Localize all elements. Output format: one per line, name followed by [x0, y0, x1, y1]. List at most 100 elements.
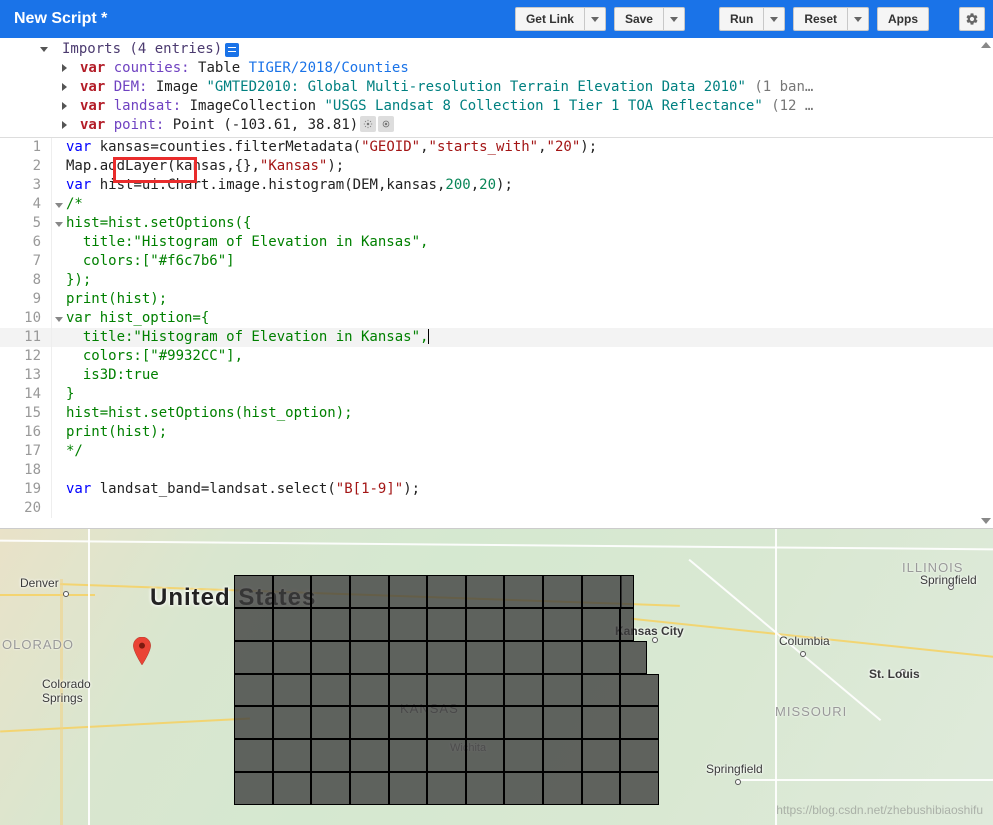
code-line[interactable]: 7 colors:["#f6c7b6"]	[0, 252, 993, 271]
code-line[interactable]: 6 title:"Histogram of Elevation in Kansa…	[0, 233, 993, 252]
code-line[interactable]: 10var hist_option={	[0, 309, 993, 328]
run-button[interactable]: Run	[719, 7, 785, 31]
fold-gutter	[52, 423, 66, 442]
caret-right-icon	[62, 83, 67, 91]
county-polygon	[234, 575, 273, 608]
code-line[interactable]: 2Map.addLayer(kansas,{},"Kansas");	[0, 157, 993, 176]
fold-gutter[interactable]	[52, 195, 66, 214]
code-line[interactable]: 19var landsat_band=landsat.select("B[1-9…	[0, 480, 993, 499]
fold-gutter	[52, 442, 66, 461]
county-polygon	[620, 674, 659, 707]
county-polygon	[466, 772, 505, 805]
county-polygon	[311, 575, 350, 608]
geometry-lock-button[interactable]	[378, 116, 394, 132]
import-extra: (12 …	[771, 97, 813, 116]
county-polygon	[582, 641, 621, 674]
code-content: title:"Histogram of Elevation in Kansas"…	[66, 328, 429, 347]
reset-dropdown[interactable]	[847, 8, 868, 30]
line-number: 18	[0, 461, 52, 480]
county-polygon	[504, 575, 543, 608]
code-content: });	[66, 271, 91, 290]
county-polygon	[427, 739, 466, 772]
import-coords: (-103.61, 38.81)	[223, 116, 358, 135]
reset-button[interactable]: Reset	[793, 7, 869, 31]
county-polygon	[504, 641, 543, 674]
county-polygon	[273, 674, 312, 707]
code-line[interactable]: 14}	[0, 385, 993, 404]
county-polygon	[466, 674, 505, 707]
county-polygon	[620, 608, 634, 641]
import-row-landsat[interactable]: var landsat: ImageCollection "USGS Lands…	[0, 97, 993, 116]
county-polygon	[389, 575, 428, 608]
map-panel[interactable]: United States OLORADO ILLINOIS MISSOURI …	[0, 528, 993, 825]
code-line[interactable]: 15hist=hist.setOptions(hist_option);	[0, 404, 993, 423]
save-dropdown[interactable]	[663, 8, 684, 30]
fold-gutter	[52, 271, 66, 290]
scroll-up-button[interactable]	[979, 38, 993, 52]
import-row-counties[interactable]: var counties: Table TIGER/2018/Counties	[0, 59, 993, 78]
code-content: is3D:true	[66, 366, 159, 385]
code-line[interactable]: 9print(hist);	[0, 290, 993, 309]
county-polygon	[620, 575, 634, 608]
caret-down-icon	[40, 47, 48, 52]
reset-label: Reset	[794, 12, 847, 26]
county-polygon	[234, 739, 273, 772]
getlink-dropdown[interactable]	[584, 8, 605, 30]
code-line[interactable]: 5hist=hist.setOptions({	[0, 214, 993, 233]
code-line[interactable]: 11 title:"Histogram of Elevation in Kans…	[0, 328, 993, 347]
import-row-point[interactable]: var point: Point (-103.61, 38.81)	[0, 116, 993, 135]
code-line[interactable]: 18	[0, 461, 993, 480]
fold-gutter	[52, 233, 66, 252]
triangle-up-icon	[981, 42, 991, 48]
watermark: https://blog.csdn.net/zhebushibiaoshifu	[776, 803, 983, 817]
import-row-dem[interactable]: var DEM: Image "GMTED2010: Global Multi-…	[0, 78, 993, 97]
county-polygon	[273, 739, 312, 772]
county-polygon	[311, 608, 350, 641]
code-editor[interactable]: Imports (4 entries) var counties: Table …	[0, 38, 993, 528]
run-dropdown[interactable]	[763, 8, 784, 30]
county-polygon	[350, 641, 389, 674]
county-polygon	[504, 608, 543, 641]
code-line[interactable]: 3var hist=ui.Chart.image.histogram(DEM,k…	[0, 176, 993, 195]
code-line[interactable]: 4/*	[0, 195, 993, 214]
apps-button[interactable]: Apps	[877, 7, 929, 31]
code-line[interactable]: 13 is3D:true	[0, 366, 993, 385]
line-number: 17	[0, 442, 52, 461]
text-cursor	[428, 329, 429, 344]
import-string: "USGS Landsat 8 Collection 1 Tier 1 TOA …	[324, 97, 762, 116]
city-csprings: Colorado Springs	[42, 677, 91, 705]
save-button[interactable]: Save	[614, 7, 685, 31]
fold-gutter[interactable]	[52, 309, 66, 328]
code-line[interactable]: 1var kansas=counties.filterMetadata("GEO…	[0, 138, 993, 157]
code-line[interactable]: 20	[0, 499, 993, 518]
doc-icon[interactable]	[225, 43, 239, 57]
county-polygon	[389, 641, 428, 674]
geometry-style-button[interactable]	[360, 116, 376, 132]
run-label: Run	[720, 12, 763, 26]
county-polygon	[504, 739, 543, 772]
county-polygon	[620, 772, 659, 805]
code-line[interactable]: 12 colors:["#9932CC"],	[0, 347, 993, 366]
city-springfield-il: Springfield	[920, 573, 977, 587]
code-line[interactable]: 16print(hist);	[0, 423, 993, 442]
fold-gutter[interactable]	[52, 214, 66, 233]
county-polygon	[504, 674, 543, 707]
county-polygon	[582, 674, 621, 707]
getlink-button[interactable]: Get Link	[515, 7, 606, 31]
code-line[interactable]: 8});	[0, 271, 993, 290]
apps-label: Apps	[878, 12, 928, 26]
state-label-missouri: MISSOURI	[775, 704, 847, 719]
line-number: 1	[0, 138, 52, 157]
scroll-down-button[interactable]	[979, 514, 993, 528]
kansas-layer	[234, 575, 659, 805]
settings-button[interactable]	[959, 7, 985, 31]
import-varname: DEM:	[114, 78, 148, 97]
code-block[interactable]: 1var kansas=counties.filterMetadata("GEO…	[0, 138, 993, 518]
point-marker[interactable]	[132, 637, 152, 665]
imports-header[interactable]: Imports (4 entries)	[0, 40, 993, 59]
import-link[interactable]: TIGER/2018/Counties	[249, 59, 409, 78]
gear-mini-icon	[363, 119, 373, 129]
code-content: hist=hist.setOptions(hist_option);	[66, 404, 353, 423]
fold-gutter	[52, 366, 66, 385]
code-line[interactable]: 17*/	[0, 442, 993, 461]
